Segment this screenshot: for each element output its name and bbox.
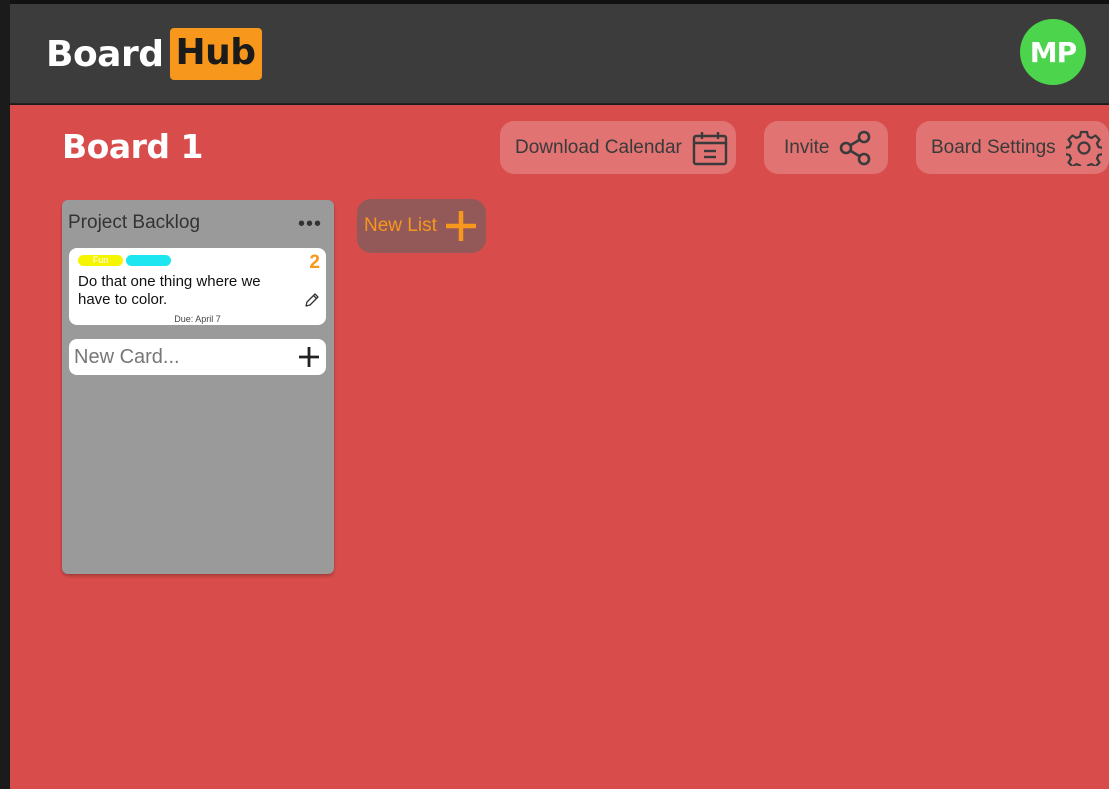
card-tag-fun: Fun	[78, 255, 123, 266]
add-card-icon[interactable]	[296, 344, 322, 370]
list-title: Project Backlog	[68, 212, 201, 233]
download-calendar-button[interactable]: Download Calendar	[500, 121, 736, 174]
card-due-date: Due: April 7	[174, 314, 221, 324]
board-title: Board 1	[62, 127, 203, 166]
calendar-icon	[692, 131, 728, 165]
app-logo[interactable]: Board Hub	[46, 28, 262, 80]
card[interactable]: Fun 2 Do that one thing where we have to…	[69, 248, 326, 325]
board-settings-button[interactable]: Board Settings	[916, 121, 1109, 174]
board-area: Board 1 Download Calendar Invite Board S…	[10, 105, 1109, 789]
new-list-button[interactable]: New List	[357, 199, 486, 253]
new-card-field[interactable]	[69, 339, 326, 375]
logo-hub-text: Hub	[169, 28, 262, 80]
app-header: Board Hub MP	[10, 4, 1109, 104]
card-count: 2	[309, 252, 320, 273]
invite-label: Invite	[784, 136, 830, 158]
share-icon	[840, 130, 871, 165]
new-list-label: New List	[364, 215, 437, 236]
plus-icon	[445, 211, 476, 241]
logo-board-text: Board	[46, 33, 164, 75]
card-tag-cyan	[126, 255, 171, 266]
list-project-backlog: Project Backlog ••• Fun 2 Do that one th…	[62, 200, 334, 574]
board-settings-label: Board Settings	[931, 136, 1056, 158]
user-avatar[interactable]: MP	[1020, 19, 1086, 85]
download-calendar-label: Download Calendar	[515, 136, 682, 158]
pencil-icon[interactable]	[304, 292, 320, 308]
new-card-input[interactable]	[74, 345, 284, 369]
invite-button[interactable]: Invite	[764, 121, 888, 174]
window-left-edge	[0, 0, 10, 789]
card-text: Do that one thing where we have to color…	[78, 273, 261, 308]
gear-icon	[1065, 130, 1102, 166]
ellipsis-icon[interactable]: •••	[298, 214, 322, 234]
